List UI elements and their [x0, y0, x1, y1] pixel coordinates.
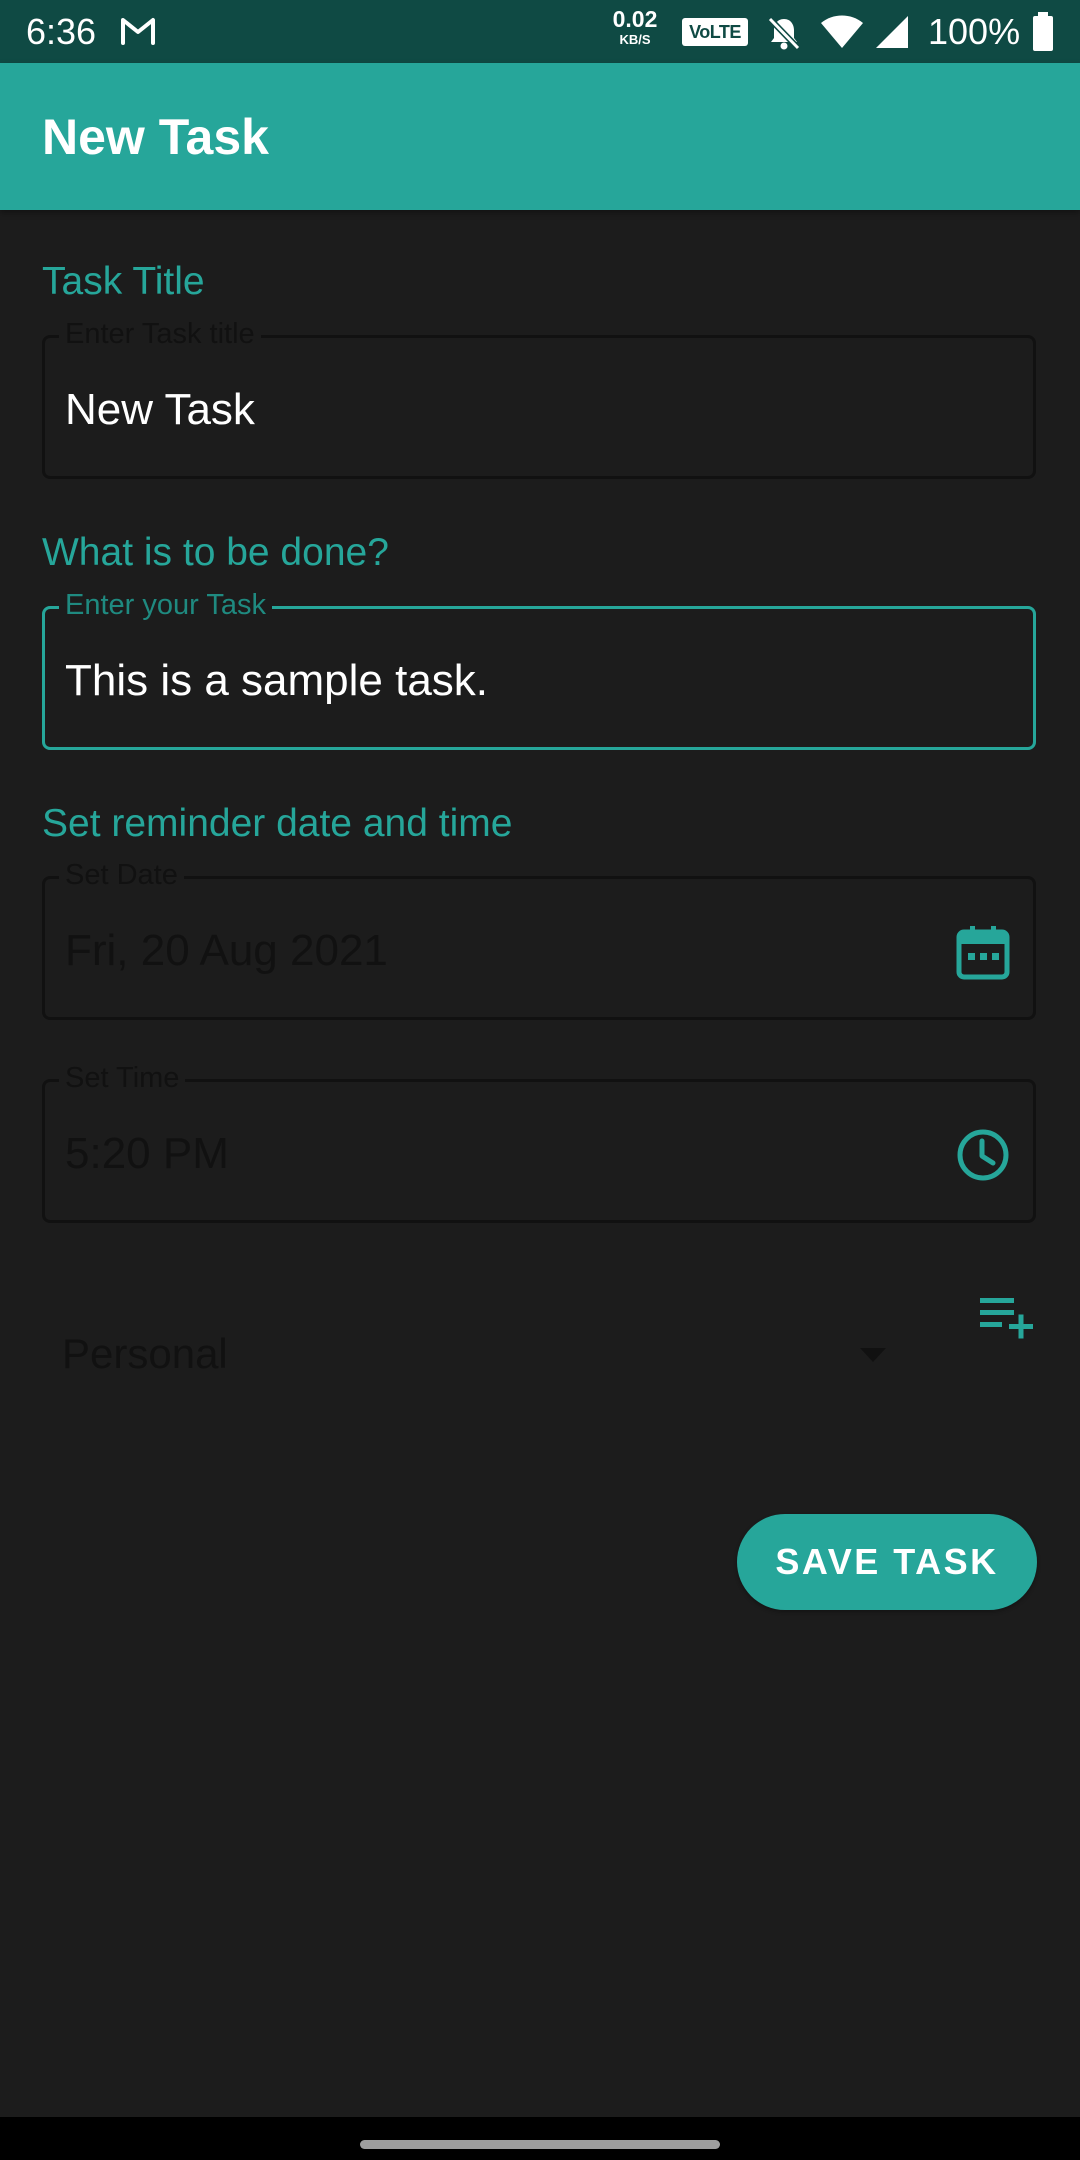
dropdown-arrow-icon[interactable]	[858, 1346, 888, 1364]
battery-icon	[1033, 12, 1053, 51]
date-field[interactable]: Set Date Fri, 20 Aug 2021	[42, 857, 1036, 1020]
reminder-label: Set reminder date and time	[42, 802, 513, 845]
date-value[interactable]: Fri, 20 Aug 2021	[65, 925, 388, 977]
clock-icon[interactable]	[955, 1127, 1011, 1183]
save-task-button[interactable]: SAVE TASK	[737, 1514, 1037, 1610]
playlist-add-icon[interactable]	[972, 1290, 1036, 1346]
status-time: 6:36	[26, 11, 97, 52]
task-description-label: What is to be done?	[42, 531, 389, 574]
task-title-hint: Enter Task title	[59, 316, 261, 352]
page-title: New Task	[42, 109, 269, 165]
gmail-icon	[121, 18, 155, 45]
network-speed-unit: KB/S	[619, 32, 651, 47]
calendar-icon[interactable]	[955, 924, 1011, 980]
battery-percent: 100%	[928, 11, 1021, 52]
time-hint: Set Time	[59, 1060, 186, 1096]
volte-badge: VoLTE	[682, 18, 748, 46]
task-description-field[interactable]: Enter your Task This is a sample task.	[42, 587, 1036, 750]
screen: 6:36 0.02 KB/S VoLTE 100% New Task Task …	[0, 0, 1080, 2160]
task-title-value[interactable]: New Task	[65, 384, 255, 436]
network-speed: 0.02 KB/S	[605, 6, 665, 47]
time-field[interactable]: Set Time 5:20 PM	[42, 1060, 1036, 1223]
task-title-label: Task Title	[42, 260, 205, 303]
status-bar: 6:36 0.02 KB/S VoLTE 100%	[0, 0, 1080, 63]
network-speed-value: 0.02	[612, 6, 658, 32]
navigation-bar	[0, 2117, 1080, 2160]
category-dropdown[interactable]: Personal	[42, 1310, 922, 1400]
task-title-field[interactable]: Enter Task title New Task	[42, 316, 1036, 479]
home-gesture-handle[interactable]	[360, 2140, 720, 2149]
signal-icon	[876, 16, 908, 48]
bell-off-icon	[767, 16, 801, 51]
wifi-icon	[821, 15, 863, 48]
task-description-value[interactable]: This is a sample task.	[65, 655, 488, 707]
time-value[interactable]: 5:20 PM	[65, 1128, 229, 1180]
category-selected-value[interactable]: Personal	[62, 1328, 228, 1380]
date-hint: Set Date	[59, 857, 184, 893]
app-bar: New Task	[0, 63, 1080, 210]
task-description-hint: Enter your Task	[59, 587, 272, 623]
